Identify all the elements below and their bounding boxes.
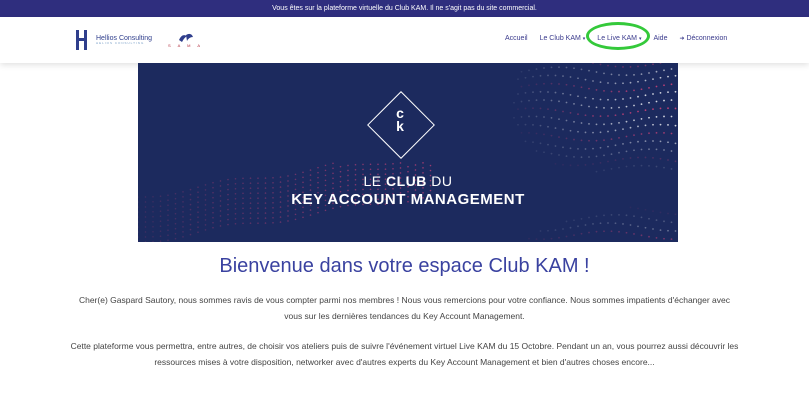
- banner-title-line2: KEY ACCOUNT MANAGEMENT: [291, 191, 525, 208]
- banner-dots-pattern: [513, 63, 677, 241]
- partner-logo: S A M A: [168, 32, 203, 48]
- highlight-circle-annotation: [586, 22, 650, 50]
- banner-title-line1: LE CLUB DU: [138, 173, 678, 189]
- welcome-paragraph: Cher(e) Gaspard Sautory, nous sommes rav…: [78, 295, 731, 321]
- nav-item-aide[interactable]: Aide: [653, 35, 667, 42]
- site-header: Hellios Consulting HELIOS CONSULTING S A…: [0, 17, 809, 63]
- chevron-down-icon: ▾: [582, 36, 586, 42]
- company-name: Hellios Consulting HELIOS CONSULTING: [96, 35, 152, 45]
- company-name-sub: HELIOS CONSULTING: [96, 41, 145, 45]
- banner-title-club: CLUB: [386, 173, 427, 189]
- partner-logo-text: S A M A: [168, 43, 204, 48]
- nav-item-accueil[interactable]: Accueil: [505, 35, 528, 42]
- banner-title-du: DU: [426, 173, 453, 189]
- banner-title-le: LE: [363, 173, 386, 189]
- platform-notice-bar: Vous êtes sur la plateforme virtuelle du…: [0, 0, 809, 17]
- nav-item-label: Le Club KAM: [539, 35, 581, 42]
- club-kam-monogram: c k: [384, 106, 416, 147]
- monogram-k: k: [396, 118, 404, 134]
- nav-item-deconnexion[interactable]: ➜ Déconnexion: [679, 35, 727, 42]
- nav-item-label: Déconnexion: [686, 35, 728, 42]
- logout-icon: ➜: [679, 36, 685, 42]
- hc-logo-icon: [76, 30, 90, 50]
- nav-item-label: Accueil: [505, 35, 528, 42]
- nav-item-label: Aide: [653, 35, 668, 42]
- platform-notice: Vous êtes sur la plateforme virtuelle du…: [272, 5, 537, 12]
- site-logo[interactable]: Hellios Consulting HELIOS CONSULTING S A…: [76, 28, 203, 52]
- platform-description-paragraph: Cette plateforme vous permettra, entre a…: [70, 341, 739, 367]
- nav-item-le-club-kam[interactable]: Le Club KAM ▾: [540, 35, 586, 42]
- club-kam-banner: c k LE CLUB DU KEY ACCOUNT MANAGEMENT: [138, 63, 678, 242]
- welcome-heading: Bienvenue dans votre espace Club KAM !: [219, 255, 590, 277]
